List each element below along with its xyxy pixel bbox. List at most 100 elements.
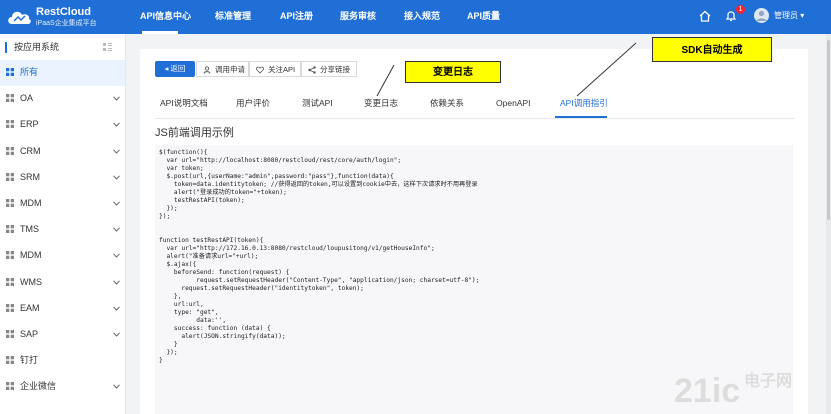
code-line: }); [159, 205, 178, 212]
code-line: }); [159, 349, 178, 356]
sidebar-item-label: SAP [20, 329, 39, 339]
sidebar-item-label: OA [20, 93, 34, 104]
sidebar-item[interactable]: ERP [0, 112, 125, 138]
sidebar-item[interactable]: MDM [0, 243, 125, 269]
watermark-brand: 21ic [674, 372, 740, 410]
grid-icon [6, 277, 14, 286]
grid-icon [6, 330, 14, 338]
chevron-down-icon[interactable] [113, 227, 120, 232]
sidebar-item[interactable]: CRM [0, 139, 125, 165]
sidebar-item[interactable]: SAP [0, 322, 125, 348]
tab-changelog[interactable]: 变更日志 [364, 98, 398, 109]
sidebar-item[interactable]: 所有 [0, 60, 125, 86]
app-logo[interactable]: RestCloud iPaaS企业集成平台 [6, 4, 126, 30]
list-toggle-icon[interactable] [103, 43, 112, 51]
back-button-label: 返回 [170, 64, 186, 73]
chevron-down-icon[interactable] [113, 384, 120, 390]
grid-icon [6, 382, 14, 391]
grid-icon [6, 120, 14, 129]
code-line: token=data.identitytoken; //获得返回的token,可… [159, 181, 478, 188]
back-button[interactable]: ◂ 返回 [155, 61, 195, 77]
grid-icon [6, 94, 14, 103]
chevron-down-icon[interactable] [113, 149, 120, 154]
chevron-down-icon[interactable] [113, 280, 120, 285]
sdk-callout: SDK自动生成 [652, 37, 772, 62]
share-button[interactable]: 分享链接 [301, 61, 357, 77]
follow-button-label: 关注API [268, 65, 296, 74]
sidebar-item-label: 企业微信 [20, 381, 57, 392]
nav-service-review[interactable]: 服务审核 [340, 10, 376, 22]
chevron-down-icon[interactable] [113, 306, 120, 311]
tab-api-docs[interactable]: API说明文档 [160, 98, 208, 109]
cloud-logo-icon [8, 11, 31, 24]
code-line: success: function (data) { [159, 325, 271, 332]
chevron-down-icon[interactable] [113, 175, 120, 180]
sidebar-item[interactable]: WMS [0, 270, 125, 296]
code-line: } [159, 357, 163, 364]
sidebar-title: 按应用系统 [14, 42, 60, 52]
code-line: function testRestAPI(token){ [159, 237, 264, 244]
chevron-down-icon[interactable] [113, 253, 120, 259]
apply-button[interactable]: 调用申请 [196, 61, 249, 77]
active-tab-indicator [555, 116, 607, 118]
changelog-callout: 变更日志 [405, 61, 501, 83]
code-line: data:'', [159, 317, 227, 324]
user-menu[interactable]: 管理员 ▾ [774, 11, 804, 21]
chevron-down-icon[interactable] [113, 332, 120, 337]
sidebar-item[interactable]: 企业微信 [0, 374, 125, 400]
sidebar-header-accent [5, 42, 7, 53]
nav-api-quality[interactable]: API质量 [467, 10, 500, 22]
sidebar-item[interactable]: TMS [0, 217, 125, 243]
sidebar: 按应用系统 所有 OA ERP CRM SRM MDM TMS MDM WMS EAM SAP 钉打企… [0, 34, 126, 414]
tab-dependencies[interactable]: 依赖关系 [430, 98, 464, 109]
code-line: testRestAPI(token); [159, 197, 245, 204]
code-line: alert("登录成功的token="+token); [159, 189, 287, 196]
share-icon [308, 66, 316, 74]
notification-badge: 1 [736, 5, 745, 14]
code-line: type: "get", [159, 309, 219, 316]
grid-icon [6, 199, 14, 207]
sidebar-item[interactable]: OA [0, 86, 125, 112]
sidebar-item[interactable]: MDM [0, 191, 125, 217]
code-line: request.setRequestHeader("identitytoken"… [159, 285, 364, 292]
tab-openapi[interactable]: OpenAPI [496, 98, 531, 109]
avatar[interactable] [754, 8, 769, 23]
nav-access-spec[interactable]: 接入规范 [404, 10, 440, 22]
follow-button[interactable]: 关注API [249, 61, 301, 77]
code-line: var url="http://localhost:8080/restcloud… [159, 157, 402, 164]
section-title: JS前端调用示例 [155, 127, 234, 139]
sidebar-item-label: WMS [20, 276, 42, 287]
sidebar-item[interactable]: 钉打 [0, 348, 125, 374]
user-avatar-icon [756, 10, 767, 21]
sidebar-item[interactable]: EAM [0, 296, 125, 322]
tab-user-reviews[interactable]: 用户评价 [236, 98, 270, 109]
chevron-down-icon[interactable] [113, 122, 120, 128]
nav-standards[interactable]: 标准管理 [215, 10, 251, 22]
sidebar-item[interactable]: SRM [0, 165, 125, 191]
grid-icon [6, 303, 14, 312]
home-icon[interactable] [698, 9, 712, 23]
sidebar-item-label: 钉打 [20, 355, 39, 366]
tab-api-call-guide[interactable]: API调用指引 [560, 98, 608, 109]
grid-icon [6, 172, 14, 181]
chevron-down-icon[interactable] [113, 201, 120, 206]
sidebar-item-label: TMS [20, 224, 39, 235]
sidebar-item-label: MDM [20, 198, 42, 208]
chevron-down-icon[interactable] [113, 96, 120, 101]
sidebar-item-label: 所有 [20, 67, 39, 77]
grid-icon [6, 68, 14, 76]
sidebar-item-label: ERP [20, 119, 39, 130]
app-name: RestCloud [36, 6, 91, 18]
nav-api-info-center[interactable]: API信息中心 [140, 10, 191, 22]
code-content: $(function(){ var url="http://localhost:… [159, 149, 479, 365]
grid-icon [6, 356, 14, 365]
grid-icon [6, 146, 14, 155]
code-line: } [159, 341, 178, 348]
nav-api-register[interactable]: API注册 [280, 10, 313, 22]
scrollbar-thumb[interactable] [827, 40, 830, 220]
code-line: var url="http://172.16.0.13:8080/restclo… [159, 245, 435, 252]
sidebar-item-label: SRM [20, 171, 40, 182]
tab-test-api[interactable]: 测试API [302, 98, 333, 109]
